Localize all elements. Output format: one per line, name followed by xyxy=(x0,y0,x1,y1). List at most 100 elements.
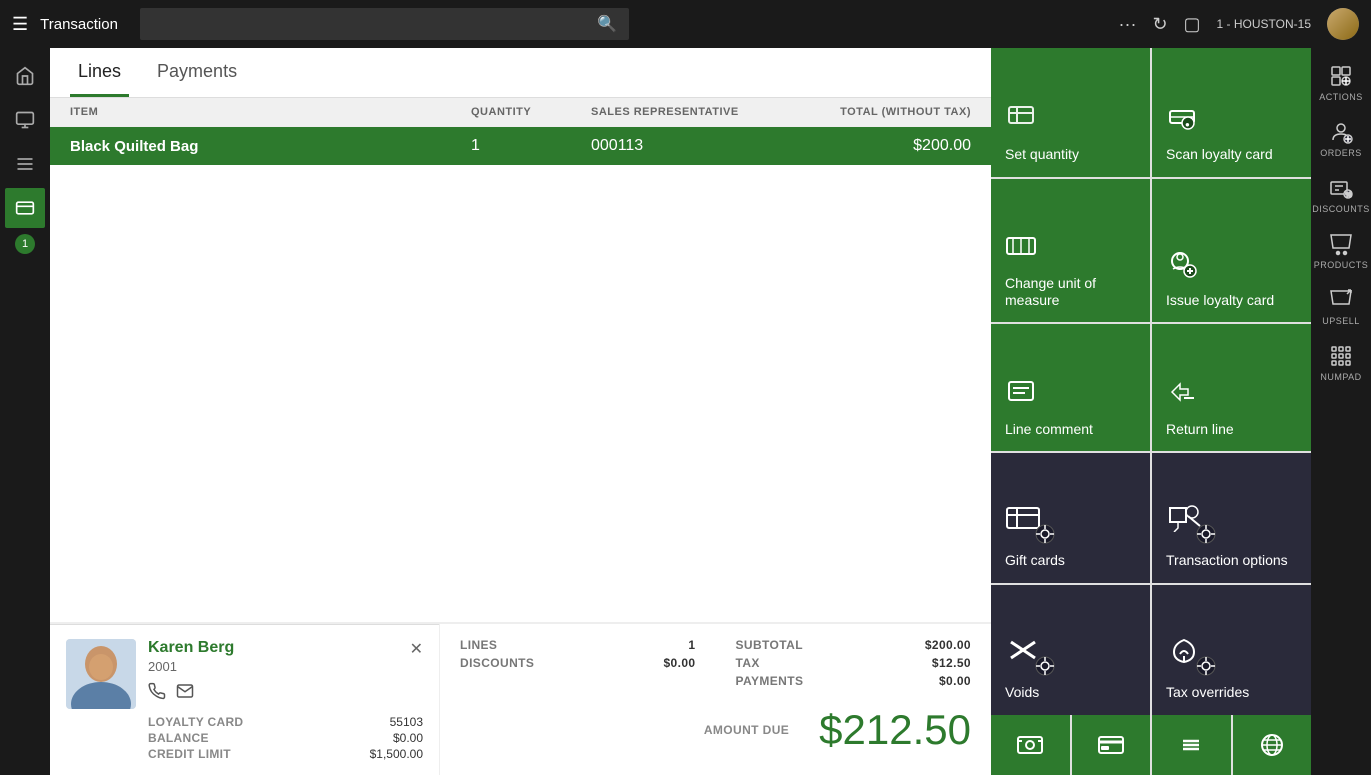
sidebar-item-orders[interactable]: ORDERS xyxy=(1316,112,1366,166)
numpad-icon xyxy=(1329,344,1353,368)
sidebar-item-transaction[interactable] xyxy=(5,188,45,228)
row-total: $200.00 xyxy=(791,137,971,155)
products-icon xyxy=(1329,232,1353,256)
line-comment-icon xyxy=(1005,376,1136,413)
issue-loyalty-label: Issue loyalty card xyxy=(1166,292,1297,309)
tile-set-quantity[interactable]: Set quantity xyxy=(991,48,1150,177)
sidebar-item-actions[interactable]: ACTIONS xyxy=(1316,56,1366,110)
monitor-icon[interactable]: ▢ xyxy=(1184,14,1201,35)
table-header: ITEM QUANTITY SALES REPRESENTATIVE TOTAL… xyxy=(50,98,991,127)
table-row[interactable]: Black Quilted Bag 1 000113 $200.00 xyxy=(50,127,991,165)
customer-info: Karen Berg 2001 LOY xyxy=(148,639,423,761)
tile-line-comment[interactable]: Line comment xyxy=(991,324,1150,451)
scan-loyalty-label: Scan loyalty card xyxy=(1166,146,1297,163)
summary-panel: LINES1 DISCOUNTS$0.00 SUBTOTAL$200.00 TA… xyxy=(440,624,991,775)
amount-due-value: $212.50 xyxy=(819,706,971,754)
col-total: TOTAL (WITHOUT TAX) xyxy=(791,106,971,118)
voids-icon xyxy=(1005,636,1055,676)
set-quantity-label: Set quantity xyxy=(1005,146,1136,163)
col-item: ITEM xyxy=(70,106,471,118)
refresh-icon[interactable]: ↻ xyxy=(1152,14,1167,35)
menu-icon[interactable]: ☰ xyxy=(12,14,28,35)
tile-return-line[interactable]: Return line xyxy=(1152,324,1311,451)
tab-lines[interactable]: Lines xyxy=(70,49,129,97)
lines-value: 1 xyxy=(688,638,695,652)
customer-close-button[interactable]: ✕ xyxy=(410,639,423,659)
cash-button[interactable] xyxy=(991,715,1070,775)
gift-cards-label: Gift cards xyxy=(1005,552,1136,569)
sidebar-item-upsell[interactable]: UPSELL xyxy=(1316,280,1366,334)
customer-details: LOYALTY CARD 55103 BALANCE $0.00 CREDIT … xyxy=(148,715,423,761)
sidebar-item-menu[interactable] xyxy=(5,144,45,184)
return-line-label: Return line xyxy=(1166,421,1297,438)
customer-name: Karen Berg xyxy=(148,639,423,657)
balance-value: $0.00 xyxy=(263,731,423,745)
return-line-icon xyxy=(1166,376,1297,413)
topbar-icons: ··· ↻ ▢ 1 - HOUSTON-15 xyxy=(1118,8,1359,40)
row-quantity: 1 xyxy=(471,137,591,155)
topbar-title: Transaction xyxy=(40,16,118,33)
phone-icon[interactable] xyxy=(148,682,166,705)
tile-issue-loyalty[interactable]: Issue loyalty card xyxy=(1152,179,1311,323)
sidebar-item-home[interactable] xyxy=(5,56,45,96)
orders-icon xyxy=(1329,120,1353,144)
col-sales-rep: SALES REPRESENTATIVE xyxy=(591,106,791,118)
change-uom-icon xyxy=(1005,230,1136,267)
tab-payments[interactable]: Payments xyxy=(149,49,245,97)
loyalty-card-value: 55103 xyxy=(263,715,423,729)
scan-loyalty-icon: ● xyxy=(1166,101,1297,138)
sidebar-item-products[interactable] xyxy=(5,100,45,140)
exact-button[interactable] xyxy=(1152,715,1231,775)
numpad-label: NUMPAD xyxy=(1320,372,1361,382)
upsell-icon xyxy=(1329,288,1353,312)
change-uom-label: Change unit of measure xyxy=(1005,275,1136,309)
bottom-action-buttons xyxy=(991,715,1311,775)
tile-voids[interactable]: Voids xyxy=(991,585,1150,715)
col-quantity: QUANTITY xyxy=(471,106,591,118)
web-button[interactable] xyxy=(1233,715,1312,775)
customer-photo xyxy=(66,639,136,709)
customer-id: 2001 xyxy=(148,659,423,674)
set-quantity-icon xyxy=(1005,99,1136,138)
bottom-section: Karen Berg 2001 LOY xyxy=(50,622,991,775)
svg-text:●: ● xyxy=(1185,120,1190,129)
sidebar-item-numpad[interactable]: NUMPAD xyxy=(1316,336,1366,390)
topbar: ☰ Transaction 🔍 ··· ↻ ▢ 1 - HOUSTON-15 xyxy=(0,0,1371,48)
row-sales-rep: 000113 xyxy=(591,137,791,155)
transaction-options-label: Transaction options xyxy=(1166,552,1297,569)
products-label: PRODUCTS xyxy=(1314,260,1369,270)
tax-value: $12.50 xyxy=(932,656,971,670)
credit-limit-value: $1,500.00 xyxy=(263,747,423,761)
tile-transaction-options[interactable]: Transaction options xyxy=(1152,453,1311,583)
discounts-label: DISCOUNTS xyxy=(1312,204,1370,214)
lines-label: LINES xyxy=(460,638,497,652)
discounts-icon: % xyxy=(1329,176,1353,200)
search-icon: 🔍 xyxy=(597,14,617,34)
balance-label: BALANCE xyxy=(148,731,243,745)
issue-loyalty-icon xyxy=(1166,247,1297,284)
card-button[interactable] xyxy=(1072,715,1151,775)
sidebar-item-discounts[interactable]: % DISCOUNTS xyxy=(1316,168,1366,222)
gift-cards-icon xyxy=(1005,504,1055,544)
user-avatar[interactable] xyxy=(1327,8,1359,40)
left-sidebar: 1 xyxy=(0,48,50,775)
sidebar-item-products-right[interactable]: PRODUCTS xyxy=(1316,224,1366,278)
email-icon[interactable] xyxy=(176,682,194,705)
more-options-icon[interactable]: ··· xyxy=(1118,14,1136,35)
search-bar[interactable]: 🔍 xyxy=(140,8,629,40)
tile-change-uom[interactable]: Change unit of measure xyxy=(991,179,1150,323)
transaction-content: Black Quilted Bag 1 000113 $200.00 xyxy=(50,127,991,622)
orders-label: ORDERS xyxy=(1320,148,1362,158)
payments-value: $0.00 xyxy=(939,674,971,688)
transaction-badge: 1 xyxy=(15,234,35,254)
loyalty-card-label: LOYALTY CARD xyxy=(148,715,243,729)
transaction-options-icon xyxy=(1166,504,1216,544)
actions-icon xyxy=(1329,64,1353,88)
tabs-bar: Lines Payments xyxy=(50,48,991,98)
action-tiles: Set quantity ● Scan loyalty card xyxy=(991,48,1311,775)
subtotal-value: $200.00 xyxy=(925,638,971,652)
tile-scan-loyalty[interactable]: ● Scan loyalty card xyxy=(1152,48,1311,177)
right-section: Set quantity ● Scan loyalty card xyxy=(991,48,1371,775)
tile-tax-overrides[interactable]: Tax overrides xyxy=(1152,585,1311,715)
tile-gift-cards[interactable]: Gift cards xyxy=(991,453,1150,583)
